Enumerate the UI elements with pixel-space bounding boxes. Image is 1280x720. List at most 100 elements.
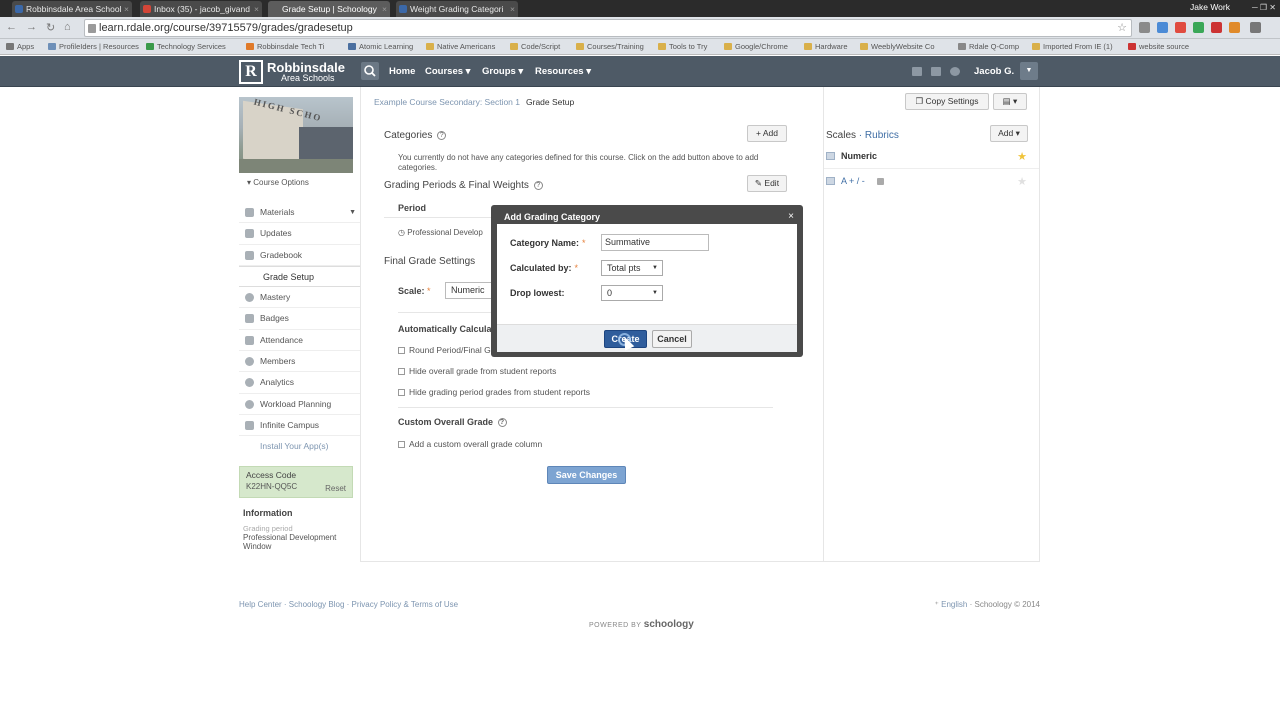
add-scale-button[interactable]: Add ▾ (990, 125, 1028, 142)
lock-icon (877, 178, 884, 185)
address-bar[interactable]: learn.rdale.org/course/39715579/grades/g… (84, 19, 1132, 37)
nav-home[interactable]: Home (389, 66, 415, 77)
tab-inbox[interactable]: Inbox (35) - jacob_givand × (140, 1, 262, 17)
extension-icon[interactable] (1229, 22, 1240, 33)
bookmark-folder[interactable]: Courses/Training (576, 40, 644, 54)
robbinsdale-logo[interactable]: R Robbinsdale Area Schools (239, 59, 345, 85)
user-menu[interactable]: Jacob G. (974, 66, 1014, 77)
extension-icon[interactable] (1175, 22, 1186, 33)
nav-groups[interactable]: Groups ▾ (482, 66, 523, 77)
edit-periods-button[interactable]: ✎ Edit (747, 175, 787, 192)
nav-courses[interactable]: Courses ▾ (425, 66, 470, 77)
messages-icon[interactable] (912, 67, 922, 76)
back-icon[interactable]: ← (6, 21, 17, 33)
bookmark-folder[interactable]: Imported From IE (1) (1032, 40, 1113, 54)
members-icon (245, 357, 254, 367)
calculated-by-select[interactable]: Total pts ▼ (601, 260, 663, 276)
browser-toolbar: ← → ↻ ⌂ learn.rdale.org/course/39715579/… (0, 17, 1280, 39)
notifications-icon[interactable] (950, 67, 960, 76)
reload-icon[interactable]: ↻ (46, 21, 55, 34)
powered-by: POWERED BY schoology (589, 619, 694, 630)
default-star-icon[interactable]: ★ (1017, 150, 1027, 163)
adblock-icon[interactable] (1211, 22, 1222, 33)
help-icon[interactable]: ? (533, 180, 543, 190)
bookmark-folder[interactable]: Google/Chrome (724, 40, 788, 54)
help-icon[interactable]: ? (497, 418, 507, 428)
user-dropdown-icon[interactable]: ▼ (1020, 62, 1038, 80)
extension-icon[interactable] (1139, 22, 1150, 33)
extension-icon[interactable] (1157, 22, 1168, 33)
cancel-button[interactable]: Cancel (652, 330, 692, 348)
sidebar-item-attendance[interactable]: Attendance (239, 330, 360, 352)
bookmarks-bar: Apps ProfileIders | Resources Technology… (0, 39, 1280, 55)
scales-panel: Scales · Rubrics Add ▾ Numeric ★ A + / -… (823, 87, 1041, 562)
bookmark-folder[interactable]: Code/Script (510, 40, 560, 54)
bookmark-item[interactable]: Technology Services (146, 40, 226, 54)
period-column-header: Period (398, 203, 427, 213)
breadcrumb-course-link[interactable]: Example Course Secondary: Section 1 (374, 97, 520, 107)
close-icon[interactable]: × (788, 209, 794, 225)
bookmark-item[interactable]: website source (1128, 40, 1189, 54)
scale-label: Scale: * (398, 286, 431, 296)
tab-grade-setup[interactable]: Grade Setup | Schoology × (268, 1, 390, 17)
help-icon[interactable]: ? (437, 130, 447, 140)
tab-robbinsdale[interactable]: Robbinsdale Area School × (12, 1, 132, 17)
add-category-button[interactable]: + Add (747, 125, 787, 142)
scale-row-numeric[interactable]: Numeric ★ (824, 145, 1039, 169)
schoology-logo[interactable]: schoology (644, 619, 694, 630)
tab-weight-grading[interactable]: Weight Grading Categori × (396, 1, 518, 17)
scale-select[interactable]: Numeric (445, 282, 495, 299)
sidebar-item-infinite-campus[interactable]: Infinite Campus (239, 415, 360, 437)
browser-profile[interactable]: Jake Work (1190, 0, 1230, 14)
forward-icon[interactable]: → (26, 21, 37, 33)
bookmark-item[interactable]: Atomic Learning (348, 40, 413, 54)
bookmark-folder[interactable]: Native Americans (426, 40, 495, 54)
category-name-input[interactable]: Summative (601, 234, 709, 251)
close-tab-icon[interactable]: × (124, 1, 129, 17)
scale-row-a-plus-minus[interactable]: A + / - ★ (824, 170, 1039, 194)
window-controls-icon[interactable]: ─ ❐ ✕ (1252, 3, 1276, 12)
nav-resources[interactable]: Resources ▾ (535, 66, 591, 77)
star-icon[interactable]: ★ (1017, 175, 1027, 188)
sidebar-item-members[interactable]: Members (239, 351, 360, 373)
bookmark-folder[interactable]: Tools to Try (658, 40, 707, 54)
sidebar-item-mastery[interactable]: Mastery (239, 287, 360, 309)
rubrics-link[interactable]: Rubrics (865, 130, 899, 141)
drive-icon[interactable] (1193, 22, 1204, 33)
close-tab-icon[interactable]: × (510, 1, 515, 17)
close-tab-icon[interactable]: × (382, 1, 387, 17)
install-apps-link[interactable]: Install Your App(s) (239, 436, 360, 457)
bookmark-item[interactable]: Robbinsdale Tech Ti (246, 40, 324, 54)
caret-down-icon[interactable]: ▼ (349, 202, 356, 223)
categories-title: Categories ? (384, 130, 447, 141)
course-options-link[interactable]: ▾ Course Options (239, 178, 360, 187)
hide-overall-grade-checkbox[interactable]: Hide overall grade from student reports (398, 366, 556, 376)
sidebar-item-badges[interactable]: Badges (239, 308, 360, 330)
bookmark-folder[interactable]: WeeblyWebsite Co (860, 40, 935, 54)
sidebar-item-analytics[interactable]: Analytics (239, 372, 360, 394)
bookmark-item[interactable]: Rdale Q-Comp (958, 40, 1019, 54)
custom-overall-checkbox[interactable]: Add a custom overall grade column (398, 439, 542, 449)
search-button[interactable] (361, 62, 379, 80)
sidebar-item-materials[interactable]: Materials ▼ (239, 202, 360, 224)
language-link[interactable]: English (941, 600, 967, 609)
connections-icon[interactable] (931, 67, 941, 76)
sidebar-item-gradebook[interactable]: Gradebook (239, 245, 360, 266)
close-tab-icon[interactable]: × (254, 1, 259, 17)
footer-links[interactable]: Help Center · Schoology Blog · Privacy P… (239, 600, 458, 609)
round-period-checkbox[interactable]: Round Period/Final G (398, 345, 491, 355)
sidebar-item-workload-planning[interactable]: Workload Planning (239, 394, 360, 415)
menu-icon[interactable] (1250, 22, 1261, 33)
sidebar-item-updates[interactable]: Updates (239, 223, 360, 245)
reset-access-code-link[interactable]: Reset (325, 484, 346, 493)
bookmark-item[interactable]: Apps (6, 40, 34, 54)
bookmark-star-icon[interactable]: ☆ (1117, 20, 1127, 37)
save-changes-button[interactable]: Save Changes (547, 466, 626, 484)
home-icon[interactable]: ⌂ (64, 21, 71, 33)
campus-icon (245, 420, 254, 430)
sidebar-item-grade-setup[interactable]: Grade Setup (239, 265, 360, 288)
bookmark-item[interactable]: ProfileIders | Resources (48, 40, 139, 54)
hide-period-grades-checkbox[interactable]: Hide grading period grades from student … (398, 387, 590, 397)
drop-lowest-select[interactable]: 0 ▼ (601, 285, 663, 301)
bookmark-folder[interactable]: Hardware (804, 40, 848, 54)
